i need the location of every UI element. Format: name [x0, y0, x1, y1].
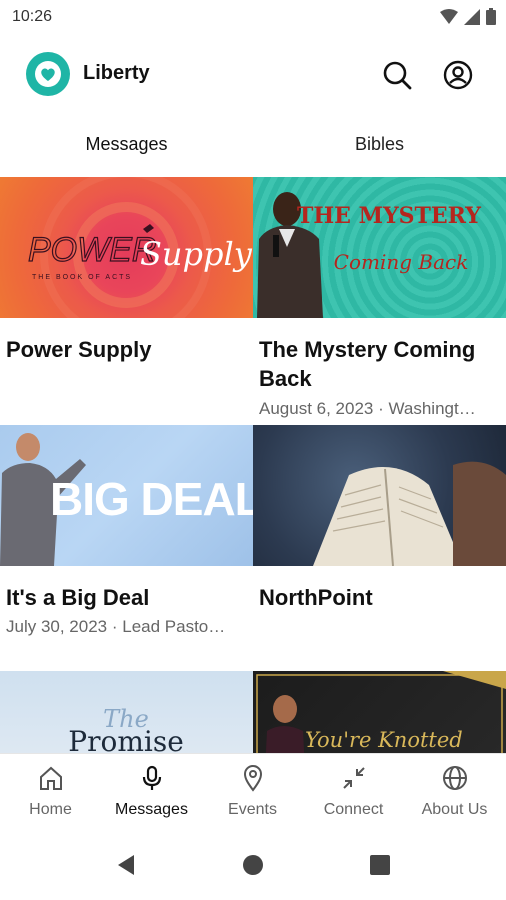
nav-events-label: Events	[228, 801, 277, 818]
account-button[interactable]	[441, 58, 475, 92]
nav-connect-label: Connect	[323, 801, 384, 818]
recents-icon[interactable]	[370, 855, 390, 875]
app-bar: Liberty	[0, 36, 506, 114]
home-icon	[39, 766, 62, 790]
art-small: THE BOOK OF ACTS	[32, 274, 132, 281]
bible-photo-art	[313, 461, 506, 566]
battery-icon	[486, 8, 496, 25]
system-navigation-bar	[0, 833, 506, 900]
message-title: It's a Big Deal	[6, 585, 150, 610]
account-circle-icon	[443, 60, 473, 90]
message-thumbnail: BIG DEAL	[0, 425, 253, 566]
signal-icon	[464, 8, 480, 25]
nav-home-label: Home	[29, 801, 72, 818]
nav-messages-label: Messages	[115, 801, 188, 818]
app-title: Liberty	[83, 62, 150, 84]
nav-events[interactable]: Events	[202, 764, 303, 819]
art-title: BIG DEAL	[50, 473, 253, 525]
globe-icon	[442, 766, 467, 790]
search-icon	[383, 61, 412, 90]
art-title: POWER	[28, 231, 156, 269]
art-script: Coming Back	[334, 250, 469, 274]
search-button[interactable]	[380, 58, 414, 92]
nav-home[interactable]: Home	[0, 764, 101, 819]
message-title: Power Supply	[6, 337, 152, 362]
bottom-navigation: Home Messages Events Connect About Us	[0, 753, 506, 834]
message-card[interactable]: THE MYSTERY Coming Back The Mystery Comi…	[253, 177, 506, 423]
messages-grid: POWER Supply THE BOOK OF ACTS Power Supp…	[0, 177, 506, 753]
location-pin-icon	[243, 765, 262, 792]
message-card[interactable]: NorthPoint	[253, 425, 506, 671]
wifi-icon	[440, 8, 458, 24]
knotted-art: You're Knotted	[256, 671, 506, 753]
message-card[interactable]: You're Knotted	[253, 671, 506, 753]
art-script: You're Knotted	[305, 728, 463, 752]
message-thumbnail: POWER Supply THE BOOK OF ACTS	[0, 177, 253, 318]
message-thumbnail	[253, 425, 506, 566]
status-time: 10:26	[12, 8, 53, 25]
message-card[interactable]: BIG DEAL It's a Big Deal July 30, 2023 ·…	[0, 425, 253, 671]
nav-messages[interactable]: Messages	[101, 764, 202, 819]
mystery-art: THE MYSTERY Coming Back	[257, 192, 481, 318]
liberty-logo	[26, 52, 70, 96]
art-title: THE MYSTERY	[297, 203, 481, 229]
message-card[interactable]: POWER Supply THE BOOK OF ACTS Power Supp…	[0, 177, 253, 423]
message-thumbnail: The Promise	[0, 671, 253, 753]
message-title: NorthPoint	[259, 585, 373, 610]
message-thumbnail: THE MYSTERY Coming Back	[253, 177, 506, 318]
tab-bar: Messages Bibles	[0, 126, 506, 172]
tab-bibles[interactable]: Bibles	[253, 134, 506, 155]
nav-about-us-label: About Us	[421, 801, 488, 818]
message-thumbnail: You're Knotted	[253, 671, 506, 753]
microphone-icon	[142, 765, 161, 790]
status-icons	[440, 8, 496, 25]
heart-logo-icon	[35, 61, 61, 87]
message-subtitle: July 30, 2023 · Lead Pasto…	[6, 617, 226, 636]
message-card[interactable]: The Promise	[0, 671, 253, 753]
art-script: Supply	[140, 235, 253, 273]
message-title: The Mystery Coming Back	[259, 337, 476, 391]
promise-art: The Promise	[68, 705, 184, 753]
arrows-in-icon	[342, 767, 365, 789]
big-deal-art: BIG DEAL	[0, 433, 253, 566]
home-circle-icon[interactable]	[243, 855, 263, 875]
tab-messages[interactable]: Messages	[0, 134, 253, 155]
power-supply-art: POWER Supply THE BOOK OF ACTS	[27, 177, 253, 318]
status-bar: 10:26	[0, 0, 506, 36]
message-subtitle: August 6, 2023 · Washingt…	[259, 399, 476, 418]
nav-connect[interactable]: Connect	[303, 764, 404, 819]
nav-about-us[interactable]: About Us	[404, 764, 505, 819]
back-icon[interactable]	[116, 854, 136, 876]
art-title: Promise	[68, 725, 184, 753]
